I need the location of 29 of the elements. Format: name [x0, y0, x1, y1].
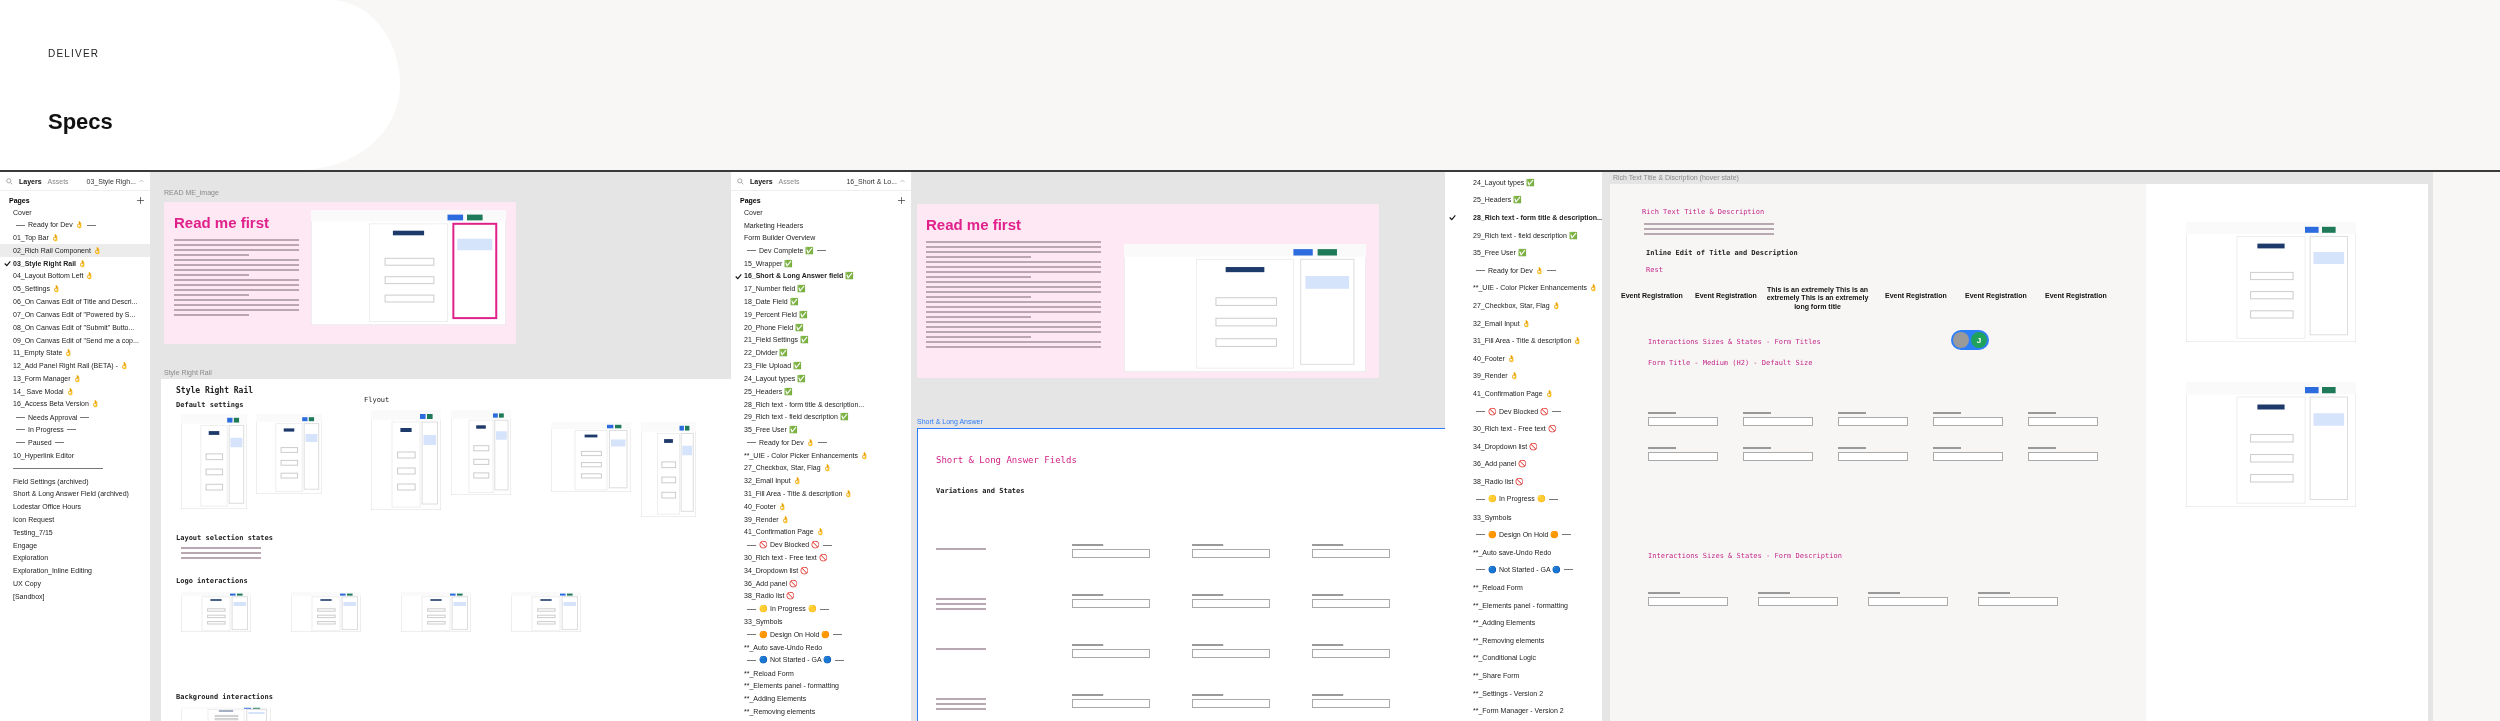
field-drawing	[2028, 447, 2098, 461]
avatar-icon	[1953, 332, 1969, 348]
paragraph-drawing	[936, 697, 986, 712]
add-icon[interactable]	[137, 197, 144, 204]
form-mockup-drawing	[291, 592, 361, 632]
field-drawing	[1838, 412, 1908, 426]
field-drawing	[1933, 412, 2003, 426]
page-title: Specs	[48, 109, 114, 135]
field-drawing	[1743, 412, 1813, 426]
check-icon	[735, 272, 742, 280]
form-mockup-drawing	[181, 592, 251, 632]
paragraph-drawing	[936, 597, 986, 612]
eyebrow-label: DELIVER	[48, 48, 101, 59]
field-drawing	[1743, 447, 1813, 461]
readme-title: Read me first	[174, 214, 270, 231]
check-icon	[4, 260, 11, 268]
check-icon	[1449, 214, 1456, 222]
avatar-initial: J	[1971, 332, 1987, 348]
form-mockup-drawing	[511, 592, 581, 632]
field-drawing	[1838, 447, 1908, 461]
add-icon[interactable]	[898, 197, 905, 204]
field-drawing	[1648, 412, 1718, 426]
field-drawing	[1648, 447, 1718, 461]
spec-title: Short & Long Answer Fields	[936, 455, 1077, 465]
spec-title: Style Right Rail	[176, 386, 254, 395]
field-drawing	[1933, 447, 2003, 461]
form-mockup-drawing	[401, 592, 471, 632]
readme-title: Read me first	[926, 216, 1022, 233]
field-drawing	[2028, 412, 2098, 426]
